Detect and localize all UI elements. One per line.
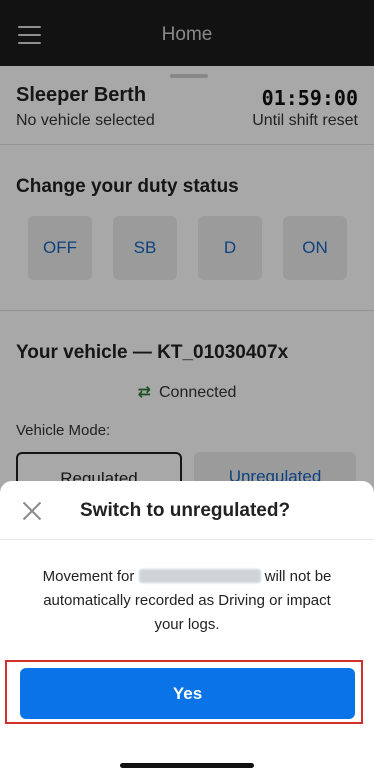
yes-button[interactable]: Yes xyxy=(20,668,355,719)
switch-unregulated-dialog: Switch to unregulated? Movement for will… xyxy=(0,481,374,776)
dialog-message: Movement for will not be automatically r… xyxy=(30,565,344,637)
home-indicator xyxy=(120,763,254,768)
dialog-title: Switch to unregulated? xyxy=(80,500,291,521)
redacted-vehicle-id xyxy=(138,569,261,583)
close-icon[interactable] xyxy=(22,501,42,521)
message-prefix: Movement for xyxy=(42,568,135,585)
divider xyxy=(0,539,374,540)
